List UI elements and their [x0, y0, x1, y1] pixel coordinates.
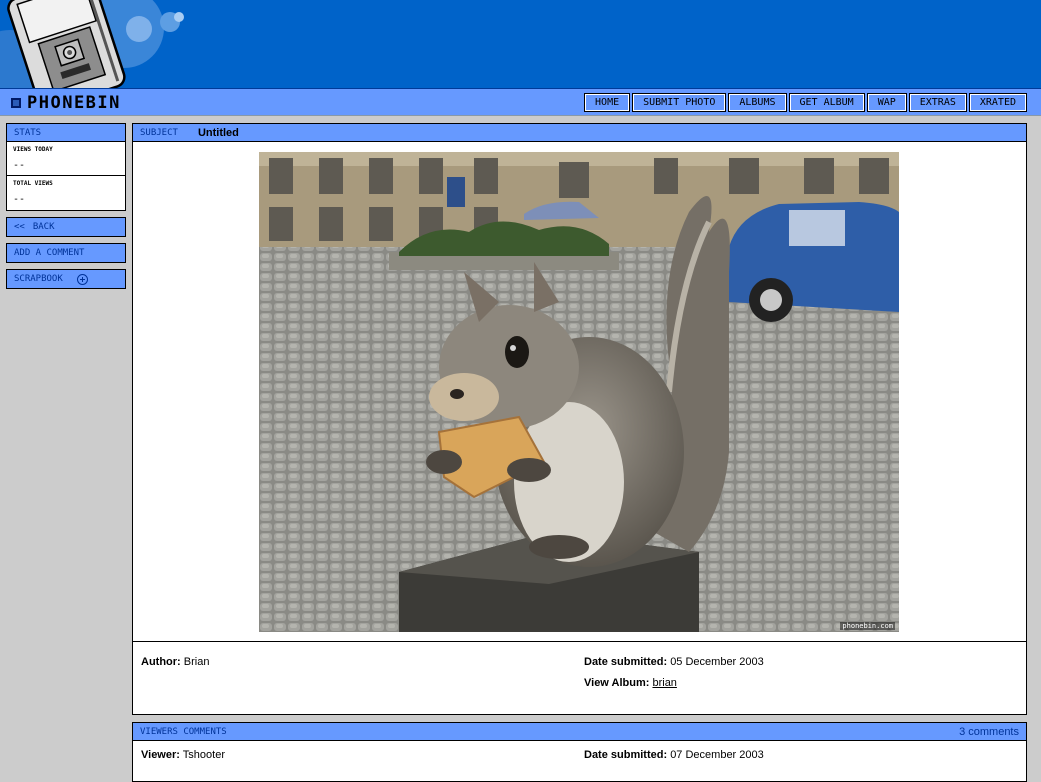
stat-value: -- [13, 160, 26, 171]
logo-square-icon [11, 98, 21, 108]
plus-circle-icon [76, 273, 88, 285]
squirrel-photo: phonebin.com [259, 152, 899, 632]
date-value: 05 December 2003 [670, 656, 764, 668]
album-label: View Album: [584, 677, 650, 689]
stats-box: STATS VIEWS TODAY -- TOTAL VIEWS -- [6, 123, 126, 211]
photo-image [259, 152, 899, 632]
album-field: View Album: brian [584, 673, 764, 694]
comments-panel: VIEWERS COMMENTS 3 comments Viewer: Tsho… [132, 722, 1027, 782]
stat-views-today: VIEWS TODAY -- [7, 142, 125, 176]
viewer-label: Viewer: [141, 749, 180, 761]
comment-date-field: Date submitted: 07 December 2003 [584, 749, 764, 761]
header-banner [0, 0, 1041, 88]
viewer-value: Tshooter [182, 749, 225, 761]
subject-value: Untitled [197, 126, 239, 139]
logo-text: PHONEBIN [27, 93, 121, 113]
viewer-field: Viewer: Tshooter [141, 749, 225, 761]
banner-bubble [174, 12, 184, 22]
stats-header: STATS [7, 124, 125, 142]
add-comment-button[interactable]: ADD A COMMENT [6, 243, 126, 263]
nav-bar: PHONEBIN HOME SUBMIT PHOTO ALBUMS GET AL… [0, 88, 1041, 116]
author-field: Author: Brian [141, 652, 209, 673]
sidebar: STATS VIEWS TODAY -- TOTAL VIEWS -- << B… [6, 123, 126, 289]
comment-date-value: 07 December 2003 [670, 749, 764, 761]
comments-title: VIEWERS COMMENTS [140, 726, 227, 737]
author-label: Author: [141, 656, 181, 668]
comment-date-label: Date submitted: [584, 749, 668, 761]
date-album-field: Date submitted: 05 December 2003 View Al… [584, 652, 764, 694]
back-label: BACK [32, 222, 55, 232]
photo-area: phonebin.com [133, 142, 1026, 642]
nav-get-album-button[interactable]: GET ALBUM [788, 93, 865, 112]
photo-watermark: phonebin.com [840, 622, 895, 630]
author-value: Brian [183, 656, 210, 668]
scrapbook-button[interactable]: SCRAPBOOK [6, 269, 126, 289]
nav-buttons: HOME SUBMIT PHOTO ALBUMS GET ALBUM WAP E… [582, 93, 1027, 112]
scrapbook-label: SCRAPBOOK [14, 274, 63, 284]
site-logo[interactable]: PHONEBIN [11, 93, 121, 113]
photo-panel: SUBJECT Untitled phonebin.com Author: Br… [132, 123, 1027, 715]
phone-illustration-icon [7, 0, 126, 88]
comments-header: VIEWERS COMMENTS 3 comments [133, 723, 1026, 741]
comment-count: 3 comments [959, 725, 1019, 738]
date-field: Date submitted: 05 December 2003 [584, 652, 764, 673]
back-arrow-icon: << [14, 222, 25, 232]
stat-total-views: TOTAL VIEWS -- [7, 176, 125, 210]
nav-extras-button[interactable]: EXTRAS [908, 93, 967, 112]
add-comment-label: ADD A COMMENT [14, 248, 85, 258]
nav-albums-button[interactable]: ALBUMS [728, 93, 787, 112]
nav-xrated-button[interactable]: XRATED [968, 93, 1027, 112]
nav-wap-button[interactable]: WAP [866, 93, 907, 112]
subject-header: SUBJECT Untitled [133, 124, 1026, 142]
subject-label: SUBJECT [140, 127, 178, 138]
nav-home-button[interactable]: HOME [584, 93, 631, 112]
back-button[interactable]: << BACK [6, 217, 126, 237]
comment-item: Viewer: Tshooter Date submitted: 07 Dece… [133, 741, 1026, 781]
stat-label: TOTAL VIEWS [13, 180, 53, 187]
stat-label: VIEWS TODAY [13, 146, 53, 153]
nav-submit-photo-button[interactable]: SUBMIT PHOTO [632, 93, 727, 112]
album-link[interactable]: brian [652, 677, 676, 689]
date-label: Date submitted: [584, 656, 668, 668]
stat-value: -- [13, 194, 26, 205]
photo-info: Author: Brian Date submitted: 05 Decembe… [133, 642, 1026, 714]
main-content: SUBJECT Untitled phonebin.com Author: Br… [132, 123, 1027, 782]
